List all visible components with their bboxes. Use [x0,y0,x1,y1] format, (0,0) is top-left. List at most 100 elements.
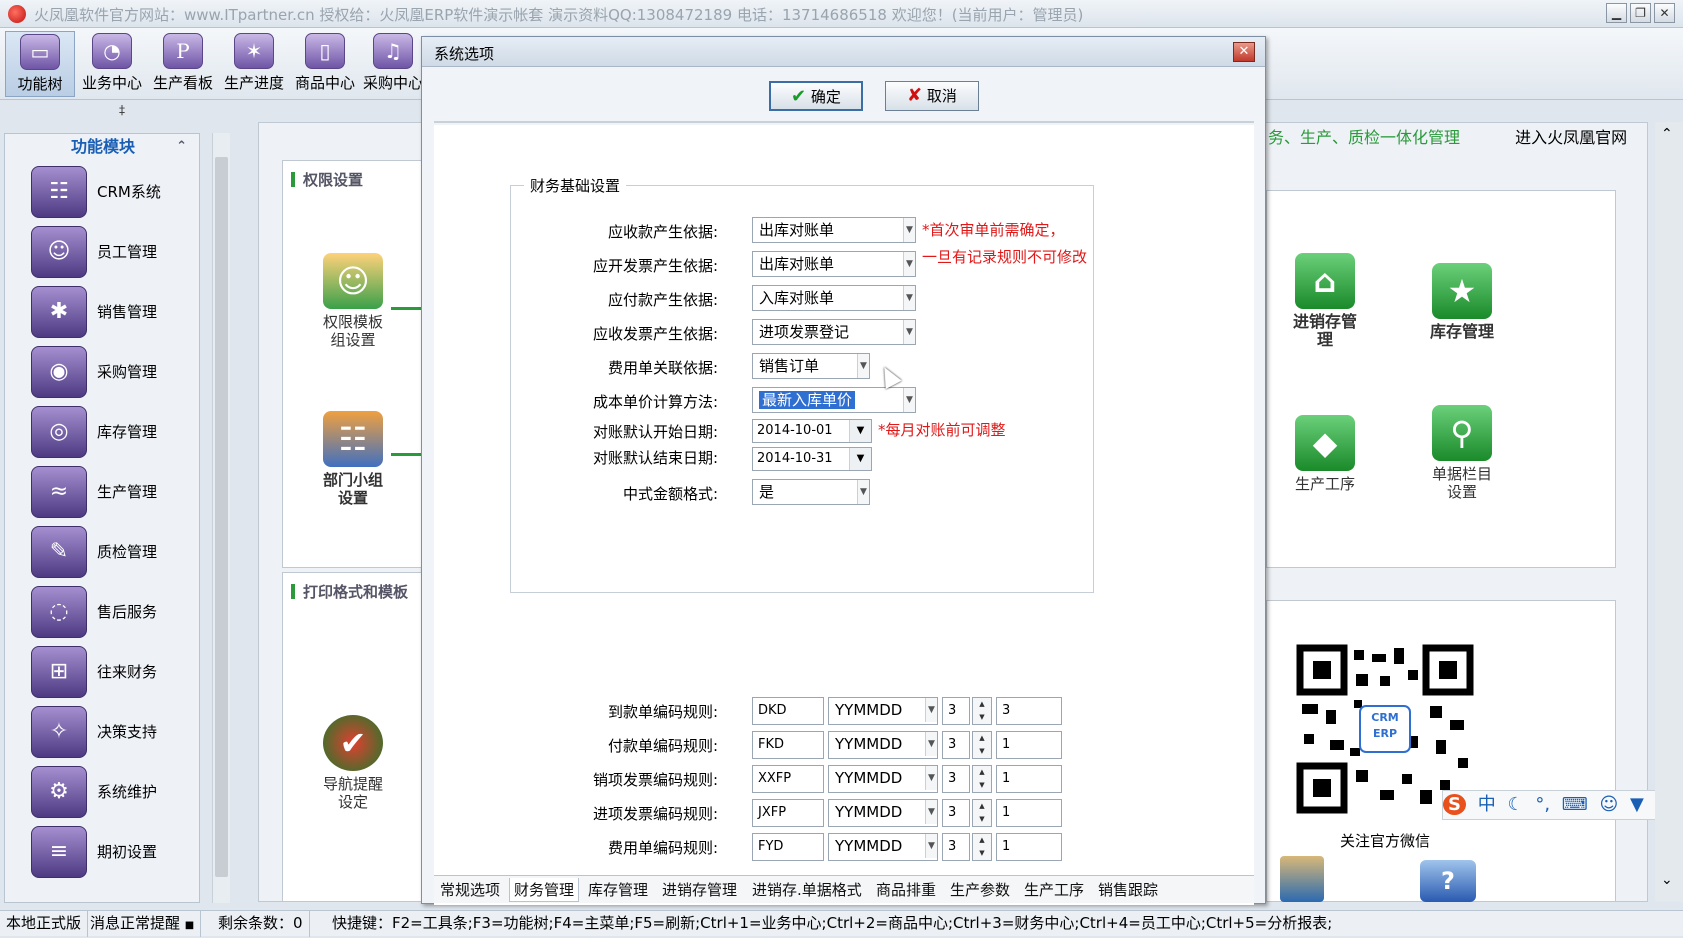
module-production[interactable]: ≈ 生产管理 [15,464,195,524]
module-quality[interactable]: ✎ 质检管理 [15,524,195,584]
date-format-select[interactable]: YYMMDD ▼ [828,833,938,861]
moon-icon[interactable]: ☾ [1507,794,1523,815]
module-inventory[interactable]: ◎ 库存管理 [15,404,195,464]
nav-reminder-button[interactable]: ✔ 导航提醒 设定 [303,715,403,811]
module-initial[interactable]: ≡ 期初设置 [15,824,195,884]
digits-input[interactable]: 3 [942,731,970,759]
dept-group-button[interactable]: ☷ 部门小组 设置 [303,411,403,507]
scroll-thumb[interactable] [215,157,228,877]
collapse-toggle[interactable]: ‡ [4,100,240,120]
chevron-down-icon[interactable]: ▼ [849,420,871,442]
toolbar-purchase-center-button[interactable]: ♫ 采购中心 [362,31,424,97]
module-after-sales[interactable]: ◌ 售后服务 [15,584,195,644]
ok-button[interactable]: ✔ 确定 [769,81,863,111]
chevron-down-icon[interactable]: ▼ [903,218,915,242]
end-date-picker[interactable]: 2014-10-31 ▼ [752,447,872,471]
stock-mgmt-button[interactable]: ★ 库存管理 [1407,263,1517,341]
digits-input[interactable]: 3 [942,697,970,725]
tab-doc-format[interactable]: 进销存.单据格式 [748,878,866,902]
perm-template-button[interactable]: ☺ 权限模板 组设置 [303,253,403,349]
start-number-input[interactable]: 1 [996,833,1062,861]
prefix-input[interactable]: FYD [752,833,824,861]
ime-mode[interactable]: 中 [1478,794,1496,815]
keyboard-icon[interactable]: ⌨ [1562,794,1588,815]
module-decision[interactable]: ✧ 决策支持 [15,704,195,764]
official-site-link[interactable]: 进入火凤凰官网 [1515,128,1627,147]
chevron-down-icon[interactable]: ▼ [903,388,915,412]
tab-dedupe[interactable]: 商品排重 [872,878,940,902]
toolbar-product-center-button[interactable]: ▯ 商品中心 [291,31,359,97]
chevron-down-icon[interactable]: ▼ [903,320,915,344]
tab-production-process[interactable]: 生产工序 [1020,878,1088,902]
start-date-picker[interactable]: 2014-10-01 ▼ [752,419,872,443]
start-number-input[interactable]: 1 [996,731,1062,759]
date-format-select[interactable]: YYMMDD ▼ [828,731,938,759]
tab-production-params[interactable]: 生产参数 [946,878,1014,902]
module-purchase[interactable]: ◉ 采购管理 [15,344,195,404]
cost-method-select[interactable]: 最新入库单价 ▼ [752,387,916,413]
doc-columns-button[interactable]: ⚲ 单据栏目 设置 [1407,405,1517,501]
module-sales[interactable]: ✱ 销售管理 [15,284,195,344]
tab-finance[interactable]: 财务管理 [509,878,580,902]
prefix-input[interactable]: XXFP [752,765,824,793]
spinner-icon[interactable]: ▲ ▼ [972,799,992,827]
toolbar-function-tree-button[interactable]: ▭ 功能树 [5,31,75,97]
restore-icon[interactable]: ❐ [1630,3,1651,23]
expense-link-basis-select[interactable]: 销售订单 ▼ [752,353,870,379]
digits-input[interactable]: 3 [942,833,970,861]
invoice-receive-basis-select[interactable]: 进项发票登记 ▼ [752,319,916,345]
user-icon[interactable]: ☺ [1600,794,1619,815]
tab-general[interactable]: 常规选项 [436,878,504,902]
chevron-down-icon[interactable]: ▼ [925,698,937,722]
digits-input[interactable]: 3 [942,799,970,827]
scroll-up-icon[interactable]: ⌃ [1661,126,1673,142]
chevron-down-icon[interactable]: ▼ [857,354,869,378]
chevron-down-icon[interactable]: ▼ [925,766,937,790]
chevron-down-icon[interactable]: ▼ [857,480,869,504]
close-icon[interactable]: ✕ [1654,3,1675,23]
left-panel-scrollbar[interactable] [212,133,230,903]
globe-icon[interactable] [1280,856,1324,902]
scroll-down-icon[interactable]: ⌄ [1661,872,1673,888]
module-employee[interactable]: ☺ 员工管理 [15,224,195,284]
digits-input[interactable]: 3 [942,765,970,793]
date-format-select[interactable]: YYMMDD ▼ [828,799,938,827]
collapse-up-icon[interactable]: ⌃ [176,134,187,160]
tab-purchase-sales[interactable]: 进销存管理 [658,878,741,902]
chevron-down-icon[interactable]: ▼ [925,834,937,858]
module-finance[interactable]: ⊞ 往来财务 [15,644,195,704]
spinner-icon[interactable]: ▲ ▼ [972,697,992,725]
chevron-down-icon[interactable]: ▼ [849,448,871,470]
punct-icon[interactable]: °, [1535,794,1550,815]
cn-money-format-select[interactable]: 是 ▼ [752,479,870,505]
receivable-basis-select[interactable]: 出库对账单 ▼ [752,217,916,243]
toolbar-business-center-button[interactable]: ◔ 业务中心 [78,31,146,97]
help-icon[interactable]: ? [1420,860,1476,902]
start-number-input[interactable]: 3 [996,697,1062,725]
tab-sales-tracking[interactable]: 销售跟踪 [1094,878,1162,902]
minimize-icon[interactable]: ▁ [1606,3,1627,23]
chevron-down-icon[interactable]: ▼ [903,286,915,310]
module-crm[interactable]: ☷ CRM系统 [15,164,195,224]
spinner-icon[interactable]: ▲ ▼ [972,765,992,793]
ime-toolbar[interactable]: S 中 ☾ °, ⌨ ☺ ▼ ✎ [1442,790,1672,820]
date-format-select[interactable]: YYMMDD ▼ [828,697,938,725]
prefix-input[interactable]: DKD [752,697,824,725]
date-format-select[interactable]: YYMMDD ▼ [828,765,938,793]
spinner-icon[interactable]: ▲ ▼ [972,731,992,759]
dialog-close-icon[interactable]: ✕ [1233,42,1255,62]
toolbar-production-board-button[interactable]: P 生产看板 [149,31,217,97]
chevron-down-icon[interactable]: ▼ [925,800,937,824]
status-message[interactable]: 消息正常提醒 ■ [84,911,202,937]
shirt-icon[interactable]: ▼ [1630,794,1644,815]
prefix-input[interactable]: FKD [752,731,824,759]
module-system[interactable]: ⚙ 系统维护 [15,764,195,824]
spinner-icon[interactable]: ▲ ▼ [972,833,992,861]
prefix-input[interactable]: JXFP [752,799,824,827]
chevron-down-icon[interactable]: ▼ [925,732,937,756]
invoice-issue-basis-select[interactable]: 出库对账单 ▼ [752,251,916,277]
right-scrollbar[interactable]: ⌃ ⌄ [1655,122,1683,902]
prod-process-button[interactable]: ◆ 生产工序 [1275,415,1375,493]
inv-mgmt-button[interactable]: ⌂ 进销存管 理 [1275,253,1375,349]
tab-inventory[interactable]: 库存管理 [584,878,652,902]
